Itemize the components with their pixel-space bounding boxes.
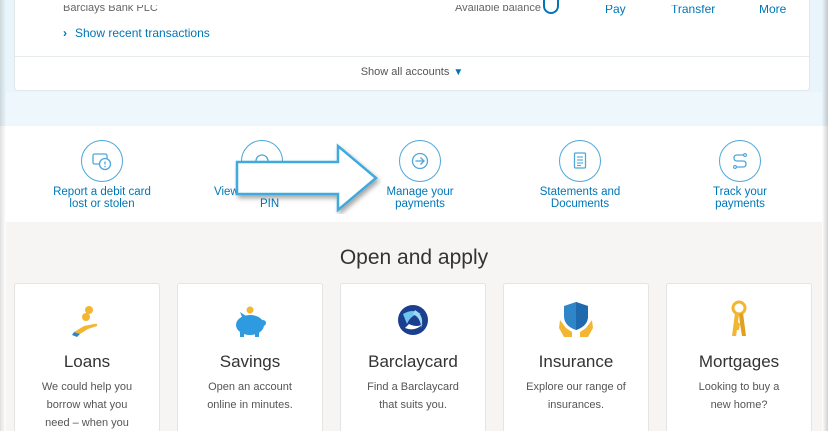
product-card-savings[interactable]: Savings Open an account online in minutes… xyxy=(177,283,323,431)
account-card: Barclays Bank PLC Available balance Pay … xyxy=(14,0,810,91)
mortgages-desc-1: Looking to buy a xyxy=(698,381,780,393)
open-and-apply-title: Open and apply xyxy=(339,246,489,269)
insurance-desc-2: insurances. xyxy=(547,399,605,411)
chevron-down-icon: ▼ xyxy=(453,67,464,78)
keys-icon xyxy=(667,294,811,338)
report-debit-card-label-1: Report a debit card xyxy=(53,186,151,198)
frame-shadow-right xyxy=(822,0,828,431)
savings-title: Savings xyxy=(219,352,281,371)
mortgages-desc-2: new home? xyxy=(710,399,768,411)
account-band xyxy=(6,92,822,126)
manage-payments-label-1: Manage your xyxy=(386,186,454,198)
loans-desc-1: We could help you xyxy=(41,381,133,393)
product-card-insurance[interactable]: Insurance Explore our range of insurances… xyxy=(503,283,649,431)
pay-link[interactable]: Pay xyxy=(605,5,626,16)
track-route-icon xyxy=(719,140,761,182)
barclaycard-desc-2: that suits you. xyxy=(379,399,447,411)
statements-documents-button[interactable]: Statements and Documents xyxy=(510,140,650,210)
card-alert-icon xyxy=(81,140,123,182)
show-all-accounts-label: Show all accounts xyxy=(360,66,450,78)
savings-desc-2: online in minutes. xyxy=(207,399,293,411)
mortgages-title: Mortgages xyxy=(698,352,780,371)
statements-documents-label-1: Statements and xyxy=(539,186,621,198)
report-debit-card-label-2: lost or stolen xyxy=(69,198,135,210)
available-balance-label: Available balance xyxy=(455,2,542,14)
shield-hands-icon xyxy=(504,294,648,338)
product-card-loans[interactable]: Loans We could help you borrow what you ne… xyxy=(14,283,160,431)
pointer-arrow-icon xyxy=(235,143,378,213)
statements-documents-label-2: Documents xyxy=(550,198,610,210)
loans-title: Loans xyxy=(63,352,111,371)
barclaycard-title: Barclaycard xyxy=(368,352,458,371)
arrow-right-circle-icon xyxy=(399,140,441,182)
loans-desc-3: need – when you xyxy=(45,417,129,429)
chevron-right-icon: › xyxy=(63,26,67,40)
report-debit-card-button[interactable]: Report a debit card lost or stolen xyxy=(32,140,172,210)
show-recent-transactions-label: Show recent transactions xyxy=(75,26,210,40)
frame-shadow-left xyxy=(0,0,6,431)
barclaycard-desc-1: Find a Barclaycard xyxy=(367,381,459,393)
show-all-accounts-button[interactable]: Show all accounts ▼ xyxy=(15,66,809,78)
info-icon[interactable] xyxy=(543,0,559,14)
track-payments-label-1: Track your xyxy=(713,186,767,198)
manage-payments-label-2: payments xyxy=(395,198,445,210)
barclaycard-logo-icon xyxy=(341,294,485,338)
insurance-title: Insurance xyxy=(538,352,614,371)
insurance-desc-1: Explore our range of xyxy=(526,381,626,393)
more-link[interactable]: More xyxy=(759,5,786,16)
product-card-mortgages[interactable]: Mortgages Looking to buy a new home? xyxy=(666,283,812,431)
track-payments-label-2: payments xyxy=(715,198,765,210)
coins-hand-icon xyxy=(15,294,159,338)
show-recent-transactions-link[interactable]: › Show recent transactions xyxy=(63,26,210,40)
divider xyxy=(15,56,809,57)
savings-desc-1: Open an account xyxy=(208,381,292,393)
product-card-barclaycard[interactable]: Barclaycard Find a Barclaycard that suits… xyxy=(340,283,486,431)
transfer-link[interactable]: Transfer xyxy=(671,5,715,16)
piggy-bank-icon xyxy=(178,294,322,338)
bank-name: Barclays Bank PLC xyxy=(63,2,158,14)
track-payments-button[interactable]: Track your payments xyxy=(670,140,810,210)
loans-desc-2: borrow what you xyxy=(46,399,128,411)
quick-actions-row: Report a debit card lost or stolen View PI… xyxy=(6,126,822,222)
document-icon xyxy=(559,140,601,182)
